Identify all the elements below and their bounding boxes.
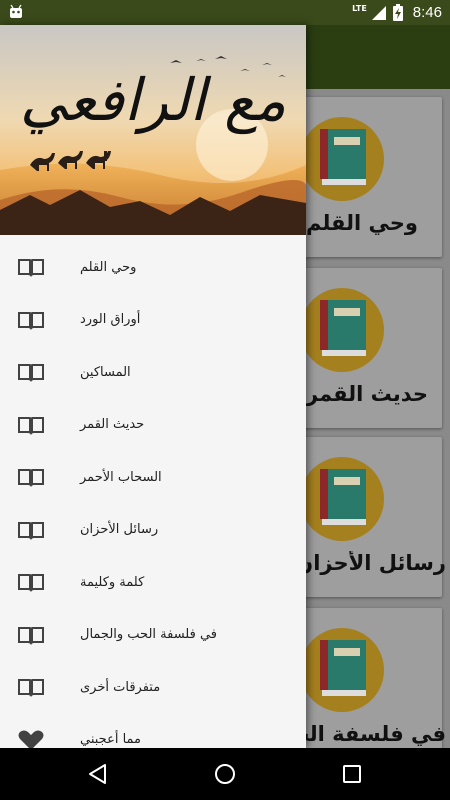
book-cover-icon <box>320 300 366 356</box>
android-icon <box>10 4 22 18</box>
heart-icon <box>18 730 44 748</box>
menu-item-label: السحاب الأحمر <box>80 469 162 485</box>
book-icon <box>18 521 44 540</box>
menu-item-al-masakin[interactable]: المساكين <box>0 346 306 399</box>
card-title: وحي القلم <box>306 211 418 235</box>
book-icon <box>18 574 44 592</box>
system-nav-bar <box>0 748 450 800</box>
menu-item-mutafarriqat[interactable]: متفرقات أخرى <box>0 661 306 714</box>
menu-item-label: متفرقات أخرى <box>80 679 161 695</box>
menu-item-awraq-al-ward[interactable]: أوراق الورد <box>0 294 306 347</box>
navigation-drawer: مع الرافعي وحي القلم أوراق الورد المساكي… <box>0 25 306 748</box>
menu-item-rasail-al-ahzan[interactable]: رسائل الأحزان <box>0 504 306 557</box>
status-bar: LTE 8:46 <box>0 0 450 25</box>
book-icon <box>18 469 44 487</box>
card-title: رسائل الأحزان <box>306 551 446 575</box>
book-icon <box>18 259 44 277</box>
menu-item-label: مما أعجبني <box>80 732 142 748</box>
book-icon <box>18 311 44 330</box>
recents-icon[interactable] <box>340 762 364 786</box>
clock: 8:46 <box>412 4 442 21</box>
book-cover-icon <box>320 469 366 525</box>
menu-item-label: أوراق الورد <box>80 312 141 328</box>
menu-item-label: وحي القلم <box>80 259 137 275</box>
book-cover-icon <box>320 129 366 185</box>
menu-item-hadith-al-qamar[interactable]: حديث القمر <box>0 399 306 452</box>
card-title: حديث القمر <box>306 382 429 406</box>
book-icon <box>18 416 44 435</box>
battery-charging-icon <box>392 4 403 21</box>
book-icon <box>18 364 44 382</box>
book-icon <box>18 679 44 697</box>
menu-item-label: كلمة وكليمة <box>80 574 145 590</box>
home-icon[interactable] <box>213 762 237 786</box>
menu-item-wahy-al-qalam[interactable]: وحي القلم <box>0 241 306 294</box>
book-cover-icon <box>320 640 366 696</box>
menu-item-favorites[interactable]: مما أعجبني <box>0 714 306 748</box>
book-icon <box>18 626 44 645</box>
menu-item-label: المساكين <box>80 364 131 380</box>
menu-item-label: رسائل الأحزان <box>80 522 159 538</box>
menu-item-falsafat-al-hub[interactable]: في فلسفة الحب والجمال <box>0 609 306 662</box>
menu-item-kalima-wa-kulayma[interactable]: كلمة وكليمة <box>0 556 306 609</box>
drawer-menu: وحي القلم أوراق الورد المساكين حديث القم… <box>0 241 306 748</box>
menu-item-label: في فلسفة الحب والجمال <box>80 627 218 643</box>
signal-icon <box>371 5 386 20</box>
menu-item-label: حديث القمر <box>80 417 145 433</box>
menu-item-al-sahab-al-ahmar[interactable]: السحاب الأحمر <box>0 451 306 504</box>
card-title: في فلسفة الحب <box>306 722 446 746</box>
network-label: LTE <box>352 4 367 13</box>
header-title: مع الرافعي <box>19 66 287 134</box>
back-icon[interactable] <box>86 762 110 786</box>
drawer-header: مع الرافعي <box>0 25 306 235</box>
